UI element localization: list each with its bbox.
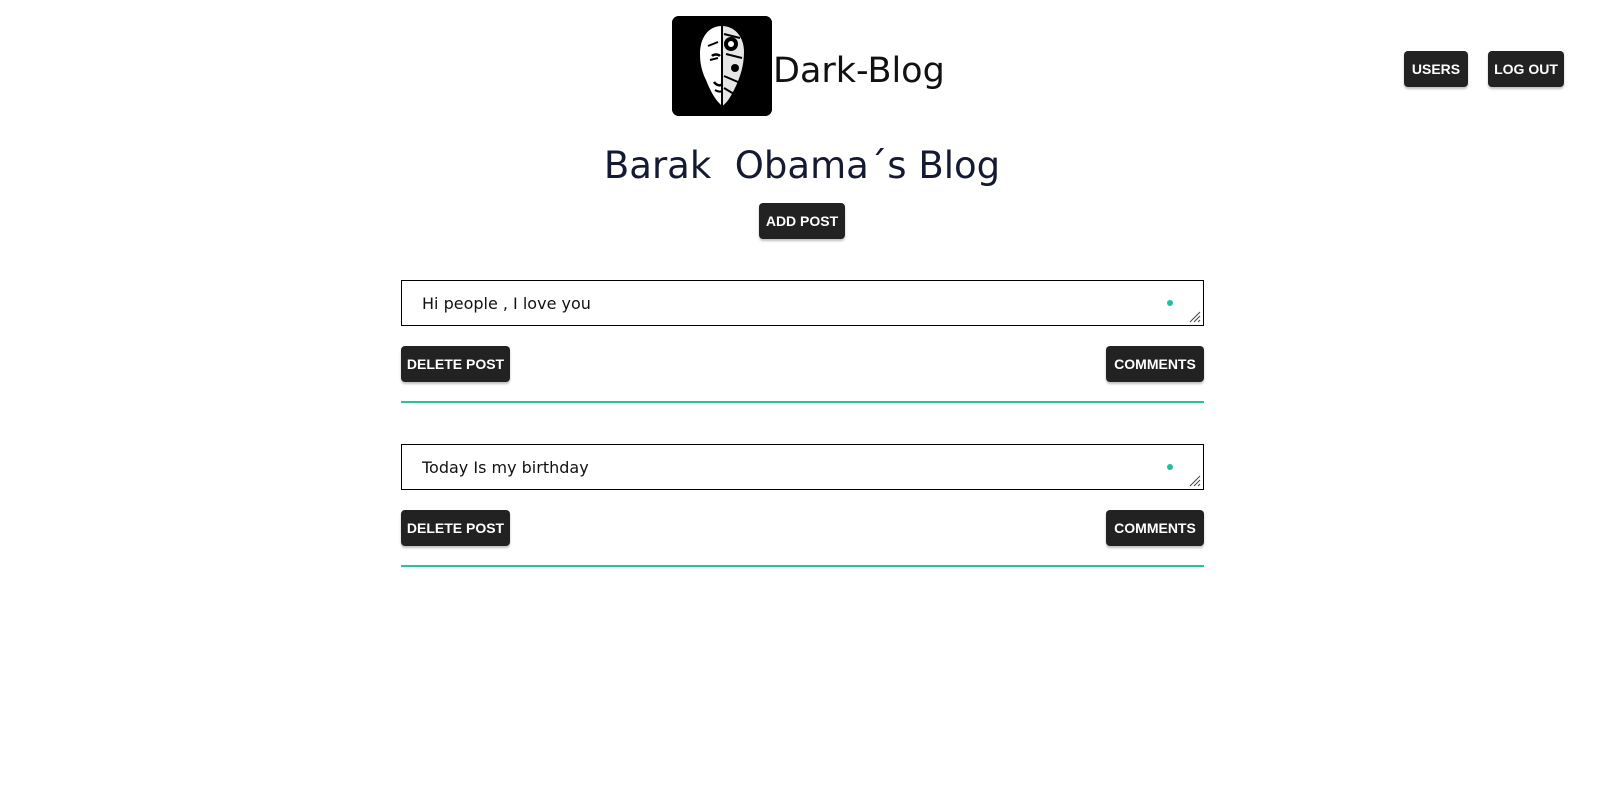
post-textarea[interactable]: Hi people , I love you	[401, 280, 1204, 326]
comments-button[interactable]: COMMENTS	[1106, 346, 1204, 382]
status-dot	[1167, 300, 1173, 306]
post-divider	[401, 401, 1204, 403]
brand-name[interactable]: Dark-Blog	[773, 44, 945, 98]
post-text: Hi people , I love you	[422, 294, 591, 313]
delete-post-button[interactable]: DELETE POST	[401, 510, 510, 546]
logo[interactable]	[672, 16, 772, 116]
resize-handle-icon[interactable]	[1189, 311, 1201, 323]
comments-button[interactable]: COMMENTS	[1106, 510, 1204, 546]
status-dot	[1167, 464, 1173, 470]
logout-button[interactable]: LOG OUT	[1488, 51, 1564, 87]
dark-face-logo-icon	[672, 16, 772, 116]
post-textarea[interactable]: Today Is my birthday	[401, 444, 1204, 490]
post-divider	[401, 565, 1204, 567]
post-text: Today Is my birthday	[422, 458, 589, 477]
resize-handle-icon[interactable]	[1189, 475, 1201, 487]
page-title: Barak Obama´s Blog	[603, 144, 1001, 187]
users-button[interactable]: USERS	[1404, 51, 1468, 87]
add-post-button[interactable]: ADD POST	[759, 203, 845, 239]
delete-post-button[interactable]: DELETE POST	[401, 346, 510, 382]
